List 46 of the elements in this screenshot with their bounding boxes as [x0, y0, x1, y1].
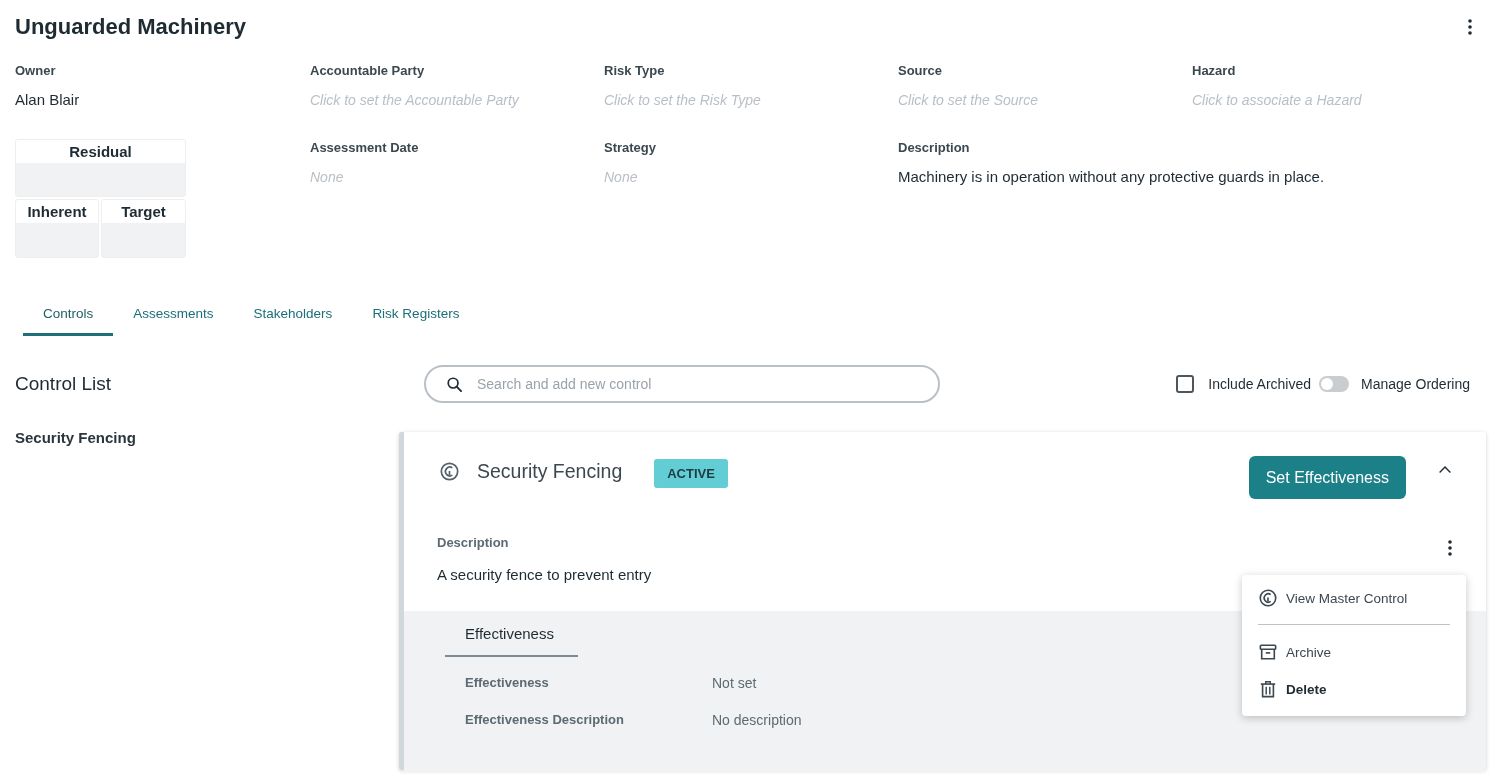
rating-label: Target	[102, 200, 185, 223]
checkbox-label: Include Archived	[1208, 376, 1312, 392]
trash-icon	[1259, 680, 1277, 698]
menu-item[interactable]: Delete	[1242, 676, 1466, 702]
circle-c-icon	[440, 461, 459, 481]
section-title: Control List	[15, 373, 112, 394]
detail-value: No description	[712, 711, 802, 729]
tab[interactable]: Risk Registers	[352, 293, 480, 336]
menu-item[interactable]: Archive	[1242, 639, 1466, 665]
description-label: Description	[437, 535, 509, 551]
set-effectiveness-button[interactable]: Set Effectiveness	[1248, 456, 1406, 499]
toggle-label: Manage Ordering	[1361, 376, 1470, 392]
field-label: Hazard	[1192, 63, 1236, 79]
field-label: Strategy	[604, 140, 657, 156]
field-label: Accountable Party	[310, 63, 425, 79]
field-label: Description	[898, 140, 970, 156]
tab[interactable]: Effectiveness	[445, 611, 578, 657]
tab[interactable]: Stakeholders	[233, 293, 353, 336]
field-label: Assessment Date	[310, 140, 419, 156]
tab[interactable]: Assessments	[113, 293, 234, 336]
archive-icon	[1259, 643, 1277, 661]
card-title: Security Fencing	[477, 459, 623, 483]
field-value: Machinery is in operation without any protective guards in place.	[898, 167, 1325, 187]
description-text: A security fence to prevent entry	[437, 565, 652, 585]
page-title: Unguarded Machinery	[15, 13, 247, 41]
detail-label: Effectiveness Description	[465, 711, 624, 729]
menu-item[interactable]: View Master Control	[1242, 585, 1466, 611]
rating-label: Residual	[16, 140, 185, 163]
tab[interactable]: Controls	[23, 293, 114, 336]
toggle-switch[interactable]	[1319, 376, 1350, 392]
kebab-icon[interactable]	[1468, 19, 1472, 35]
search-icon	[447, 377, 462, 392]
detail-value: Not set	[712, 674, 757, 692]
field-value: Alan Blair	[15, 90, 80, 110]
status-badge: ACTIVE	[654, 458, 728, 488]
search-field[interactable]: Search and add new control	[424, 365, 940, 403]
field-label: Owner	[15, 63, 56, 79]
list-item[interactable]: Security Fencing	[15, 428, 136, 448]
circle-c-icon	[1259, 589, 1277, 607]
field-label: Source	[898, 63, 943, 79]
detail-label: Effectiveness	[465, 674, 549, 692]
field-label: Risk Type	[604, 63, 665, 79]
checkbox[interactable]	[1176, 375, 1195, 393]
kebab-icon[interactable]	[1448, 540, 1452, 556]
rating-label: Inherent	[16, 200, 98, 223]
chevron-icon[interactable]	[1439, 466, 1451, 473]
